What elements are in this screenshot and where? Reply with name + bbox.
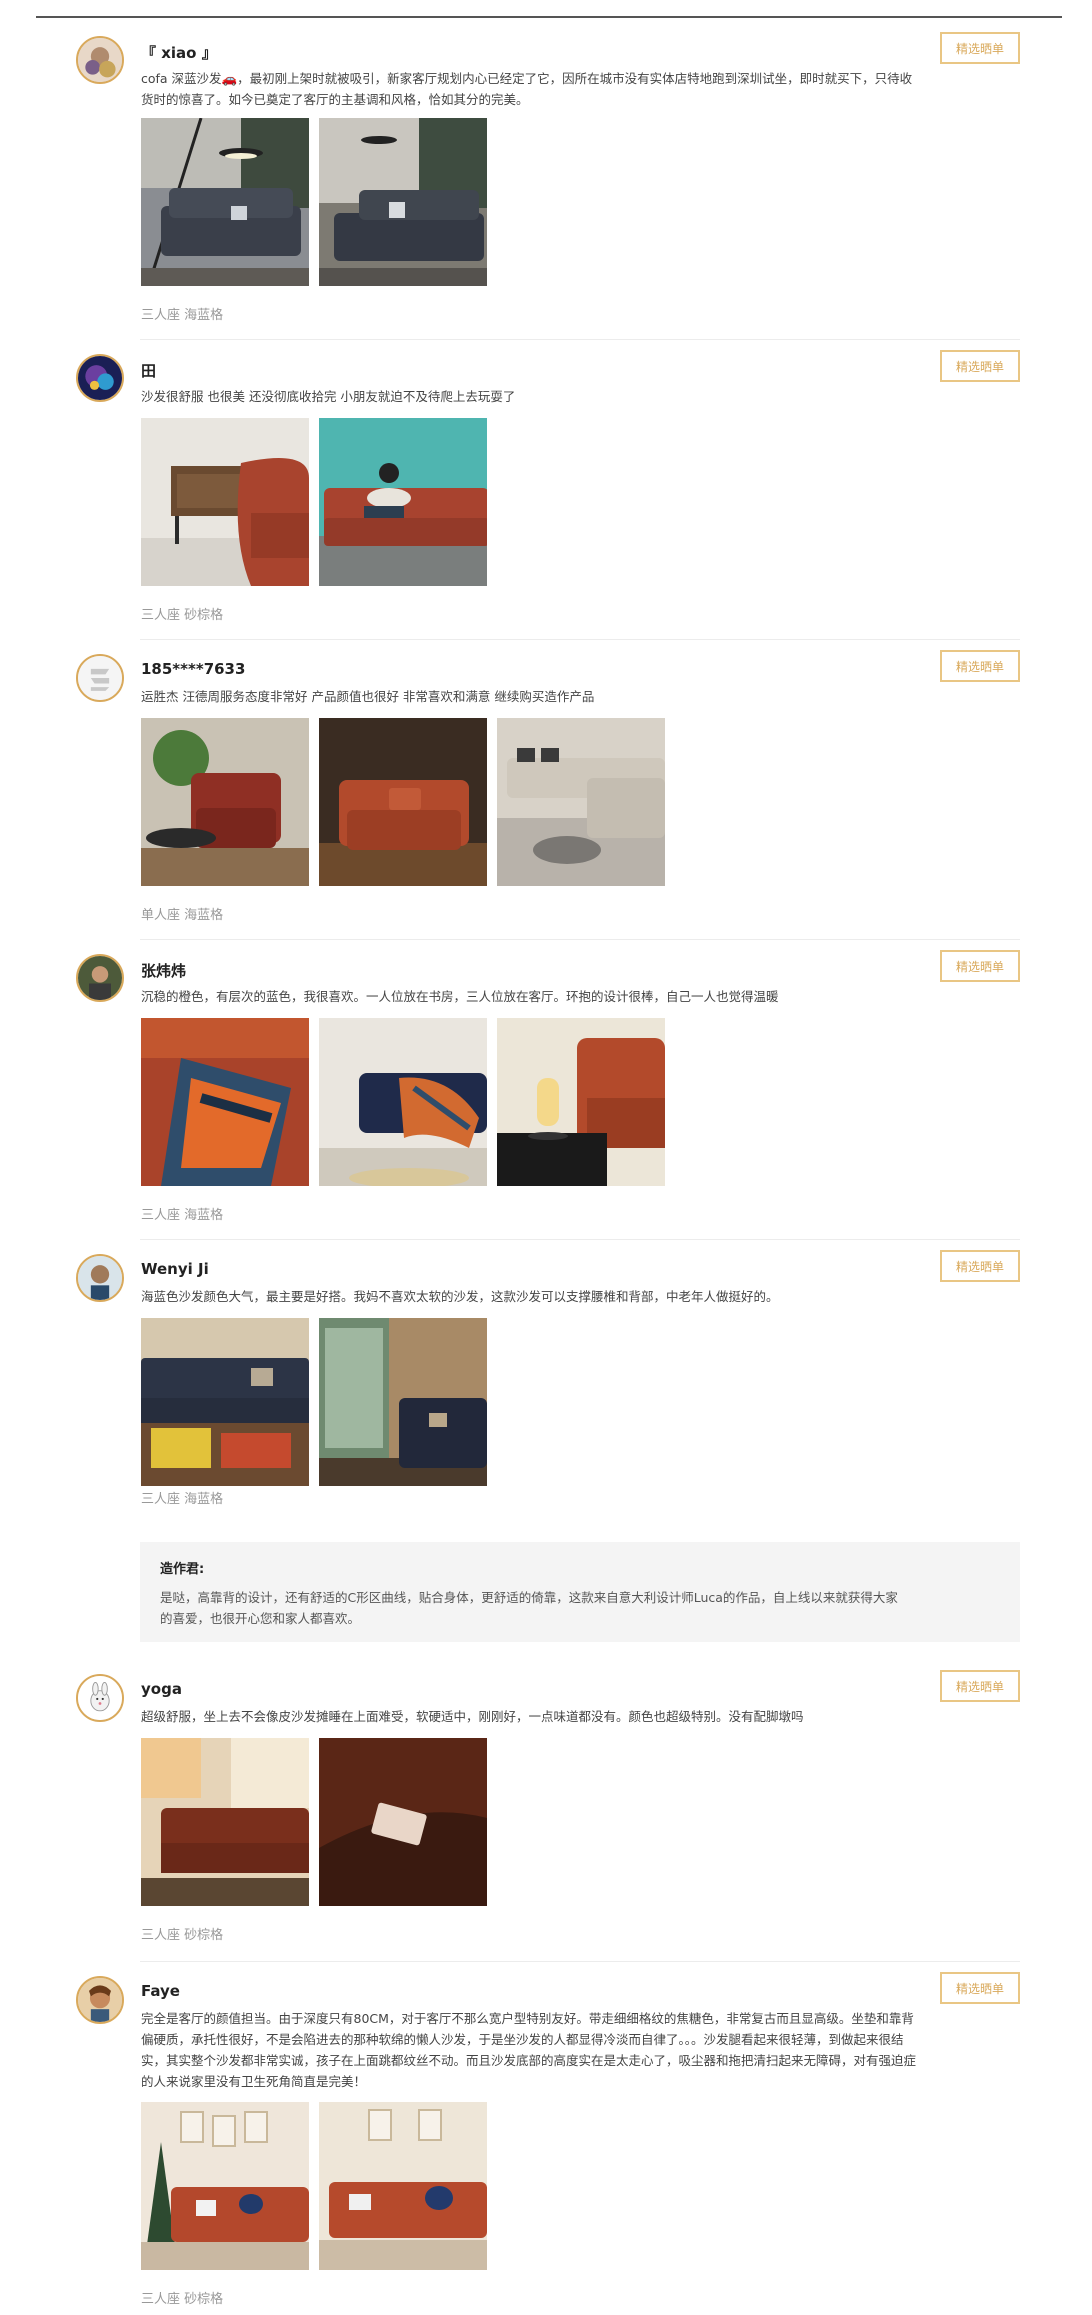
review-photos	[141, 2102, 487, 2270]
review-photos	[141, 1318, 487, 1486]
review-item: 『 xiao 』 精选晒单 cofa 深蓝沙发🚗，最初刚上架时就被吸引，新家客厅…	[76, 32, 1020, 340]
featured-badge[interactable]: 精选晒单	[940, 1670, 1020, 1702]
review-text: cofa 深蓝沙发🚗，最初刚上架时就被吸引，新家客厅规划内心已经定了它，因所在城…	[141, 71, 913, 107]
review-photo[interactable]	[497, 1018, 665, 1186]
review-photo[interactable]	[319, 418, 487, 586]
review-photo[interactable]	[141, 1318, 309, 1486]
review-text: 运胜杰 汪德周服务态度非常好 产品颜值也很好 非常喜欢和满意 继续购买造作产品	[141, 689, 595, 704]
review-divider	[140, 939, 1020, 940]
review-text: 海蓝色沙发颜色大气，最主要是好搭。我妈不喜欢太软的沙发，这款沙发可以支撑腰椎和背…	[141, 1289, 779, 1304]
review-photo[interactable]	[141, 1738, 309, 1906]
variant-label: 三人座 砂棕格	[141, 608, 224, 623]
user-name: 张炜炜	[141, 962, 187, 980]
featured-badge[interactable]: 精选晒单	[940, 32, 1020, 64]
user-avatar[interactable]	[76, 654, 124, 702]
review-photos	[141, 1738, 487, 1906]
review-photos	[141, 118, 487, 286]
user-name: 田	[141, 362, 157, 380]
review-text: 超级舒服，坐上去不会像皮沙发摊睡在上面难受，软硬适中，刚刚好，一点味道都没有。颜…	[141, 1709, 804, 1724]
user-avatar[interactable]	[76, 1254, 124, 1302]
variant-label: 单人座 海蓝格	[141, 908, 224, 923]
review-photo[interactable]	[319, 1738, 487, 1906]
user-name: Faye	[141, 1982, 180, 2000]
review-divider	[140, 639, 1020, 640]
featured-badge[interactable]: 精选晒单	[940, 350, 1020, 382]
review-photo[interactable]	[141, 718, 309, 886]
review-photos	[141, 418, 487, 586]
review-text: 完全是客厅的颜值担当。由于深度只有80CM，对于客厅不那么宽户型特别友好。带走细…	[141, 2011, 917, 2089]
review-photo[interactable]	[319, 118, 487, 286]
designer-reply-text: 是哒，高靠背的设计，还有舒适的C形区曲线，贴合身体，更舒适的倚靠，这款来自意大利…	[160, 1590, 898, 1626]
user-avatar[interactable]	[76, 1976, 124, 2024]
review-divider	[140, 1239, 1020, 1240]
variant-label: 三人座 砂棕格	[141, 1928, 224, 1943]
review-photo[interactable]	[141, 118, 309, 286]
variant-label: 三人座 海蓝格	[141, 308, 224, 323]
user-name: yoga	[141, 1680, 182, 1698]
review-divider	[140, 339, 1020, 340]
review-item: Faye 精选晒单 完全是客厅的颜值担当。由于深度只有80CM，对于客厅不那么宽…	[76, 1972, 1020, 2307]
review-photo[interactable]	[141, 418, 309, 586]
review-divider	[140, 1961, 1020, 1962]
user-name: Wenyi Ji	[141, 1260, 209, 1278]
review-item: yoga 精选晒单 超级舒服，坐上去不会像皮沙发摊睡在上面难受，软硬适中，刚刚好…	[76, 1670, 1020, 1962]
review-photo[interactable]	[497, 718, 665, 886]
top-divider	[36, 16, 1062, 18]
featured-badge[interactable]: 精选晒单	[940, 1250, 1020, 1282]
review-photos	[141, 718, 665, 886]
user-avatar[interactable]	[76, 954, 124, 1002]
designer-reply-title: 造作君:	[160, 1562, 205, 1577]
review-photo[interactable]	[319, 2102, 487, 2270]
review-item: 张炜炜 精选晒单 沉稳的橙色，有层次的蓝色，我很喜欢。一人位放在书房，三人位放在…	[76, 950, 1020, 1240]
variant-label: 三人座 海蓝格	[141, 1492, 224, 1507]
review-item: 185****7633 精选晒单 运胜杰 汪德周服务态度非常好 产品颜值也很好 …	[76, 650, 1020, 940]
user-avatar[interactable]	[76, 1674, 124, 1722]
review-photo[interactable]	[319, 1318, 487, 1486]
review-photo[interactable]	[319, 718, 487, 886]
review-photo[interactable]	[141, 2102, 309, 2270]
user-avatar[interactable]	[76, 354, 124, 402]
review-text: 沉稳的橙色，有层次的蓝色，我很喜欢。一人位放在书房，三人位放在客厅。环抱的设计很…	[141, 989, 779, 1004]
variant-label: 三人座 砂棕格	[141, 2292, 224, 2307]
user-name: 『 xiao 』	[141, 44, 217, 62]
review-photo[interactable]	[319, 1018, 487, 1186]
review-photos	[141, 1018, 665, 1186]
featured-badge[interactable]: 精选晒单	[940, 950, 1020, 982]
featured-badge[interactable]: 精选晒单	[940, 1972, 1020, 2004]
review-photo[interactable]	[141, 1018, 309, 1186]
designer-reply: 造作君: 是哒，高靠背的设计，还有舒适的C形区曲线，贴合身体，更舒适的倚靠，这款…	[140, 1542, 1020, 1642]
review-item: 田 精选晒单 沙发很舒服 也很美 还没彻底收拾完 小朋友就迫不及待爬上去玩耍了 …	[76, 350, 1020, 640]
user-avatar[interactable]	[76, 36, 124, 84]
variant-label: 三人座 海蓝格	[141, 1208, 224, 1223]
review-text: 沙发很舒服 也很美 还没彻底收拾完 小朋友就迫不及待爬上去玩耍了	[141, 389, 516, 404]
user-name: 185****7633	[141, 660, 246, 678]
review-item: Wenyi Ji 精选晒单 海蓝色沙发颜色大气，最主要是好搭。我妈不喜欢太软的沙…	[76, 1250, 1020, 1524]
featured-badge[interactable]: 精选晒单	[940, 650, 1020, 682]
